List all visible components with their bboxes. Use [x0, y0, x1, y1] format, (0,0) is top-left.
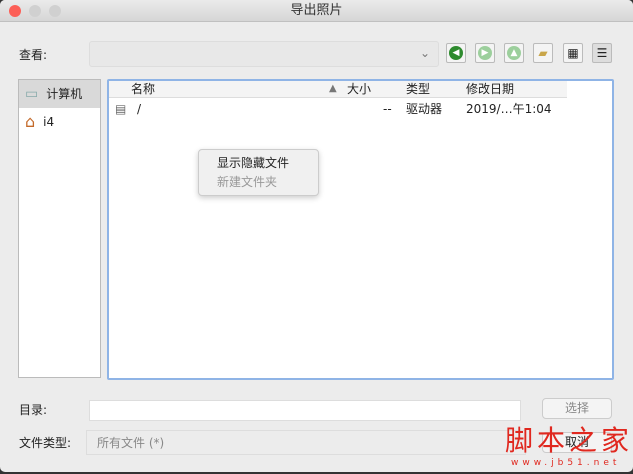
title-bar: 导出照片 — [0, 0, 633, 22]
home-icon: ⌂ — [25, 112, 36, 131]
icon-view-button[interactable]: ▦ — [563, 43, 583, 63]
column-type[interactable]: 类型 — [406, 82, 430, 96]
new-folder-icon: ▰ — [538, 46, 548, 60]
hard-drive-icon: ▤ — [115, 102, 127, 116]
column-name[interactable]: 名称 — [131, 82, 155, 96]
sidebar-item-home[interactable]: ⌂ i4 — [19, 108, 100, 136]
watermark-logo: 脚本之家 — [505, 424, 633, 457]
filetype-select[interactable]: 所有文件 (*) — [86, 430, 526, 455]
window-title: 导出照片 — [290, 3, 343, 18]
directory-input[interactable] — [89, 400, 521, 421]
drive-icon: ▭ — [25, 86, 39, 102]
column-size[interactable]: 大小 — [347, 82, 371, 96]
cell-modified: 2019/…午1:04 — [466, 102, 552, 116]
sidebar: ▭ 计算机 ⌂ i4 — [18, 79, 101, 378]
new-folder-button[interactable]: ▰ — [533, 43, 553, 63]
sort-ascending-icon: ▲ — [329, 83, 337, 94]
sidebar-item-computer[interactable]: ▭ 计算机 — [19, 80, 100, 108]
watermark-url: www.jb51.net — [511, 458, 621, 468]
grid-icon: ▦ — [567, 46, 579, 60]
detail-view-button[interactable]: ☰ — [592, 43, 612, 63]
parent-dir-button[interactable]: ▲ — [504, 43, 524, 63]
look-in-combo[interactable]: ⌄ — [89, 41, 439, 67]
cell-name: / — [137, 102, 142, 116]
sidebar-item-label: 计算机 — [46, 87, 83, 101]
menu-item-new-folder[interactable]: 新建文件夹 — [199, 173, 318, 192]
column-modified[interactable]: 修改日期 — [466, 82, 514, 96]
cell-type: 驱动器 — [406, 102, 443, 116]
sidebar-item-label: i4 — [43, 115, 55, 129]
minimize-button[interactable] — [29, 5, 41, 17]
cell-size: -- — [383, 102, 392, 116]
look-in-label: 查看: — [19, 48, 48, 62]
arrow-left-icon: ◀ — [449, 46, 463, 60]
export-photos-dialog: 导出照片 查看: ⌄ ◀ ▶ ▲ ▰ ▦ ☰ ▭ 计算机 ⌂ i4 名称 ▲ 大小 … — [0, 0, 633, 472]
filetype-label: 文件类型: — [19, 436, 72, 450]
table-row[interactable]: ▤ / -- 驱动器 2019/…午1:04 — [109, 100, 612, 120]
zoom-button[interactable] — [49, 5, 61, 17]
forward-button[interactable]: ▶ — [475, 43, 495, 63]
arrow-right-icon: ▶ — [478, 46, 492, 60]
context-menu: 显示隐藏文件 新建文件夹 — [198, 149, 319, 196]
back-button[interactable]: ◀ — [446, 43, 466, 63]
chevron-down-icon: ⌄ — [419, 46, 430, 60]
file-list[interactable]: 名称 ▲ 大小 类型 修改日期 ▤ / -- 驱动器 2019/…午1:04 — [107, 79, 614, 380]
arrow-up-icon: ▲ — [507, 46, 521, 60]
close-button[interactable] — [9, 5, 21, 17]
directory-label: 目录: — [19, 403, 48, 417]
list-icon: ☰ — [596, 46, 608, 60]
table-header: 名称 ▲ 大小 类型 修改日期 — [109, 81, 567, 98]
menu-item-show-hidden[interactable]: 显示隐藏文件 — [199, 154, 318, 173]
choose-button[interactable]: 选择 — [542, 398, 612, 419]
